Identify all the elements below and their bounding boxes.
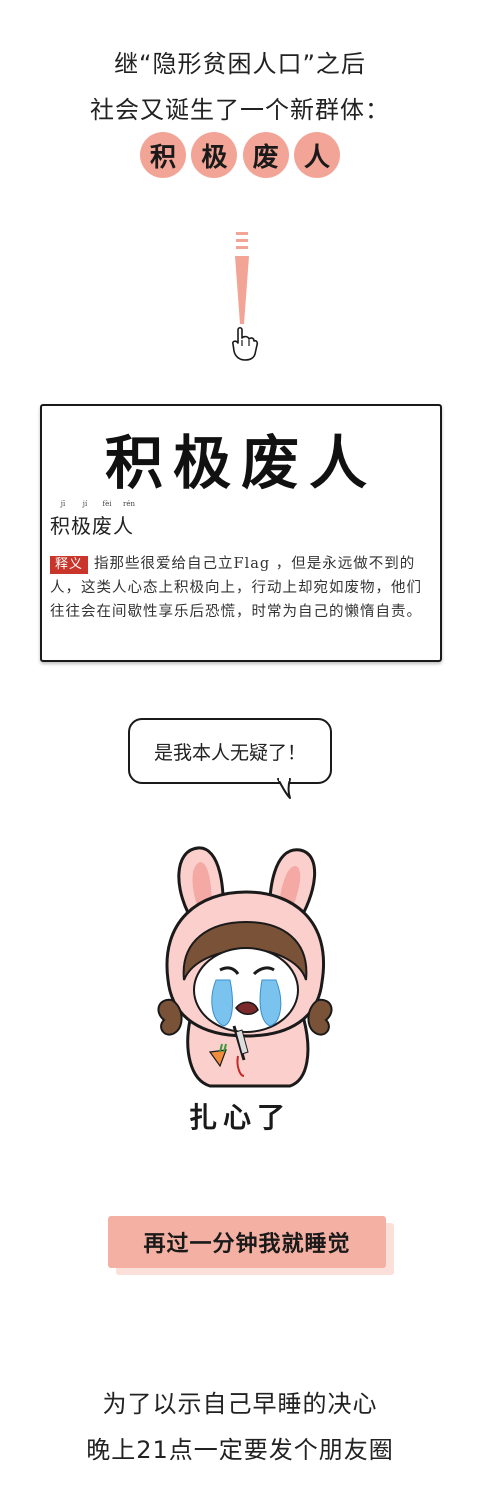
intro-line-2: 社会又诞生了一个新群体： (90, 96, 390, 124)
pinyin-4: rén (123, 500, 135, 508)
pinyin-row: jī jí fèi rén (52, 500, 140, 508)
outro-line-1: 为了以示自己早睡的决心 (102, 1390, 378, 1418)
circle-char-4: 人 (293, 132, 340, 178)
definition-tag: 释义 (50, 556, 89, 574)
outro-line-2: 晚上21点一定要发个朋友圈 (86, 1436, 394, 1464)
label-text: 再过一分钟我就睡觉 (143, 1232, 351, 1257)
pinyin-3: fèi (102, 500, 112, 508)
pinyin-2: jí (82, 500, 88, 508)
pointing-arrow-icon (222, 232, 262, 362)
card-title: 积极废人 (104, 429, 377, 497)
intro-line-1: 继“隐形贫困人口”之后 (114, 50, 366, 78)
speech-bubble-text: 是我本人无疑了！ (153, 741, 306, 764)
meme-caption: 扎心了 (188, 1101, 291, 1134)
crying-bunny-image (150, 830, 340, 1090)
circle-char-2: 极 (191, 132, 238, 178)
term: 积极废人 (50, 514, 134, 538)
speech-bubble: 是我本人无疑了！ (128, 718, 332, 784)
circle-char-1: 积 (140, 132, 186, 178)
highlight-circles: 积 极 废 人 (140, 132, 340, 180)
definition-text: 释义 指那些很爱给自己立Flag ，但是永远做不到的人，这类人心态上积极向上，行动… (50, 552, 434, 624)
circle-char-3: 废 (242, 132, 289, 178)
label-box: 再过一分钟我就睡觉 (108, 1216, 386, 1268)
definition-body: 指那些很爱给自己立Flag ，但是永远做不到的人，这类人心态上积极向上，行动上却… (50, 556, 422, 620)
speech-bubble-tail-icon (277, 778, 291, 799)
pinyin-1: jī (60, 500, 66, 508)
definition-card: 积极废人 jī jí fèi rén 积极废人 释义 指那些很爱给自己立Flag … (40, 404, 442, 662)
